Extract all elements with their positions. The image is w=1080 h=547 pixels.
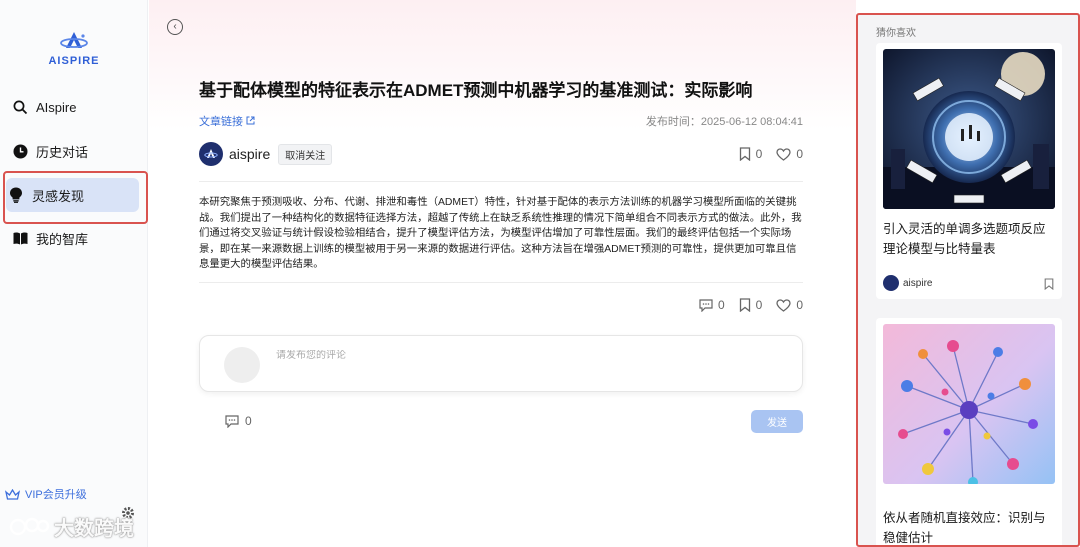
- watermark-text: 大数跨境: [54, 518, 134, 540]
- comment-icon: [699, 298, 713, 312]
- sidebar-item-history[interactable]: 历史对话: [10, 134, 140, 168]
- article-abstract: 本研究聚焦于预测吸收、分布、代谢、排泄和毒性（ADMET）特性，针对基于配体的表…: [199, 197, 802, 270]
- sidebar-item-inspiration[interactable]: 灵感发现: [6, 178, 139, 212]
- chevron-left-icon: ‹: [173, 21, 177, 32]
- back-button[interactable]: ‹: [167, 19, 183, 35]
- recommend-card[interactable]: 引入灵活的单调多选题项反应理论模型与比特量表 aispire: [876, 43, 1062, 299]
- comments-summary[interactable]: 0: [225, 414, 252, 428]
- author-avatar[interactable]: [199, 142, 223, 166]
- comment-count: 0: [717, 298, 725, 312]
- comment-box: [199, 335, 803, 392]
- comment-input[interactable]: [276, 350, 776, 361]
- article-actions: 0 0 0: [699, 298, 803, 312]
- aispire-logo[interactable]: AISPIRE: [44, 30, 104, 67]
- comment-icon: [225, 414, 239, 428]
- card-image-music-cosmos: [883, 49, 1055, 209]
- bookmark-button[interactable]: 0: [739, 147, 763, 161]
- vip-label: VIP会员升级: [25, 489, 87, 501]
- send-button[interactable]: 发送: [751, 410, 803, 433]
- like-button[interactable]: 0: [776, 147, 803, 161]
- watermark-logo-icon: [9, 517, 50, 535]
- clock-icon: [12, 143, 28, 159]
- brand-name: AISPIRE: [48, 55, 100, 67]
- unfollow-button[interactable]: 取消关注: [278, 143, 333, 165]
- like-count: 0: [796, 298, 803, 312]
- like-button[interactable]: 0: [776, 298, 803, 312]
- bookmark-button[interactable]: 0: [739, 298, 763, 312]
- comment-total: 0: [245, 414, 252, 428]
- bookmark-icon: [739, 298, 750, 312]
- heart-icon: [776, 147, 791, 161]
- book-icon: [12, 230, 28, 246]
- bookmark-icon[interactable]: [1044, 277, 1054, 295]
- comment-button[interactable]: 0: [699, 298, 725, 312]
- aispire-logo-icon: [60, 32, 88, 48]
- article-link[interactable]: 文章链接: [199, 113, 255, 129]
- sidebar-item-label: 我的智库: [36, 231, 89, 247]
- article-link-label: 文章链接: [199, 116, 243, 128]
- sidebar-item-library[interactable]: 我的智库: [10, 221, 140, 255]
- publish-label: 发布时间：: [645, 116, 701, 128]
- author-avatar: [883, 275, 899, 291]
- sidebar-item-label: 灵感发现: [32, 188, 85, 204]
- crown-icon: [5, 488, 20, 500]
- vip-upgrade-link[interactable]: VIP会员升级: [5, 486, 87, 502]
- card-author-name: aispire: [903, 277, 933, 289]
- watermark: 大数跨境: [8, 512, 134, 541]
- like-count: 0: [796, 147, 803, 161]
- card-title: 引入灵活的单调多选题项反应理论模型与比特量表: [883, 222, 1046, 256]
- sidebar-item-label: AIspire: [36, 99, 77, 115]
- article-title: 基于配体模型的特征表示在ADMET预测中机器学习的基准测试：实际影响: [199, 81, 753, 100]
- publish-time-value: 2025-06-12 08:04:41: [700, 116, 803, 128]
- recommend-title: 猜你喜欢: [876, 28, 916, 39]
- sidebar-item-label: 历史对话: [36, 144, 89, 160]
- lightbulb-icon: [8, 187, 24, 203]
- sidebar: AISPIRE AIspire 历史对话 灵感发现 我的智库 VIP会员升级 大…: [0, 0, 148, 547]
- bookmark-count: 0: [755, 298, 763, 312]
- card-title: 依从者随机直接效应：识别与稳健估计: [883, 511, 1046, 545]
- recommend-panel: 猜你喜欢 引入灵活的单调多选题项反应理论模型与比特量表 aispire 依从者随…: [856, 13, 1080, 547]
- recommend-card[interactable]: 依从者随机直接效应：识别与稳健估计: [876, 318, 1062, 545]
- divider: [199, 282, 803, 283]
- sidebar-item-aispire[interactable]: AIspire: [10, 90, 140, 124]
- external-link-icon: [246, 116, 255, 125]
- card-image-network-graph: [883, 324, 1055, 484]
- author-name[interactable]: aispire: [229, 146, 270, 162]
- main-content: ‹ 基于配体模型的特征表示在ADMET预测中机器学习的基准测试：实际影响 文章链…: [149, 0, 856, 547]
- author-row: aispire 取消关注 0 0: [199, 141, 803, 167]
- user-avatar: [224, 347, 260, 383]
- divider: [199, 181, 803, 182]
- card-author: aispire: [883, 275, 932, 291]
- bookmark-count: 0: [755, 147, 763, 161]
- bookmark-icon: [739, 147, 750, 161]
- search-icon: [12, 99, 28, 115]
- publish-time: 发布时间：2025-06-12 08:04:41: [646, 113, 803, 129]
- heart-icon: [776, 298, 791, 312]
